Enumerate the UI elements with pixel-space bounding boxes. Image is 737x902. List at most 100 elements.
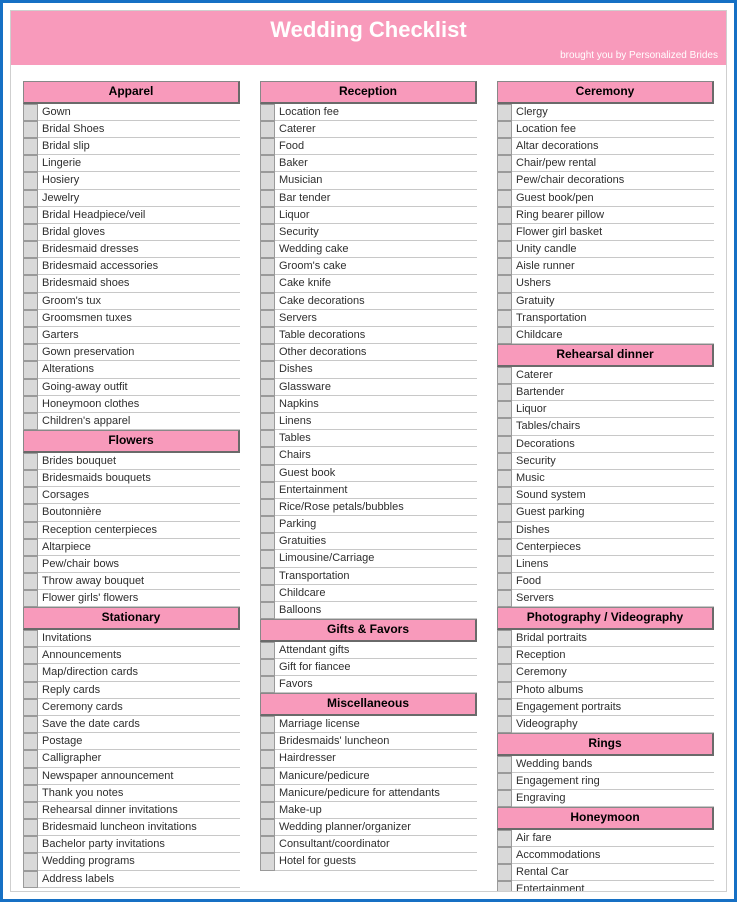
checkbox[interactable] <box>260 642 275 659</box>
checkbox[interactable] <box>23 344 38 361</box>
checkbox[interactable] <box>497 590 512 607</box>
checkbox[interactable] <box>497 881 512 892</box>
checkbox[interactable] <box>497 241 512 258</box>
checkbox[interactable] <box>260 659 275 676</box>
checkbox[interactable] <box>497 207 512 224</box>
checkbox[interactable] <box>497 190 512 207</box>
checkbox[interactable] <box>260 258 275 275</box>
checkbox[interactable] <box>260 716 275 733</box>
checkbox[interactable] <box>497 224 512 241</box>
checkbox[interactable] <box>260 482 275 499</box>
checkbox[interactable] <box>260 602 275 619</box>
checkbox[interactable] <box>23 172 38 189</box>
checkbox[interactable] <box>497 830 512 847</box>
checkbox[interactable] <box>260 676 275 693</box>
checkbox[interactable] <box>260 361 275 378</box>
checkbox[interactable] <box>23 785 38 802</box>
checkbox[interactable] <box>497 453 512 470</box>
checkbox[interactable] <box>23 768 38 785</box>
checkbox[interactable] <box>260 750 275 767</box>
checkbox[interactable] <box>23 682 38 699</box>
checkbox[interactable] <box>23 871 38 888</box>
checkbox[interactable] <box>23 733 38 750</box>
checkbox[interactable] <box>23 104 38 121</box>
checkbox[interactable] <box>497 436 512 453</box>
checkbox[interactable] <box>497 155 512 172</box>
checkbox[interactable] <box>23 190 38 207</box>
checkbox[interactable] <box>23 310 38 327</box>
checkbox[interactable] <box>23 556 38 573</box>
checkbox[interactable] <box>260 172 275 189</box>
checkbox[interactable] <box>260 768 275 785</box>
checkbox[interactable] <box>23 396 38 413</box>
checkbox[interactable] <box>497 293 512 310</box>
checkbox[interactable] <box>260 396 275 413</box>
checkbox[interactable] <box>260 819 275 836</box>
checkbox[interactable] <box>23 327 38 344</box>
checkbox[interactable] <box>23 853 38 870</box>
checkbox[interactable] <box>260 465 275 482</box>
checkbox[interactable] <box>23 647 38 664</box>
checkbox[interactable] <box>23 413 38 430</box>
checkbox[interactable] <box>260 327 275 344</box>
checkbox[interactable] <box>23 453 38 470</box>
checkbox[interactable] <box>23 379 38 396</box>
checkbox[interactable] <box>260 310 275 327</box>
checkbox[interactable] <box>260 190 275 207</box>
checkbox[interactable] <box>260 533 275 550</box>
checkbox[interactable] <box>260 104 275 121</box>
checkbox[interactable] <box>23 293 38 310</box>
checkbox[interactable] <box>497 756 512 773</box>
checkbox[interactable] <box>23 836 38 853</box>
checkbox[interactable] <box>497 539 512 556</box>
checkbox[interactable] <box>260 430 275 447</box>
checkbox[interactable] <box>497 418 512 435</box>
checkbox[interactable] <box>23 750 38 767</box>
checkbox[interactable] <box>497 847 512 864</box>
checkbox[interactable] <box>497 573 512 590</box>
checkbox[interactable] <box>497 773 512 790</box>
checkbox[interactable] <box>497 504 512 521</box>
checkbox[interactable] <box>23 487 38 504</box>
checkbox[interactable] <box>497 384 512 401</box>
checkbox[interactable] <box>23 630 38 647</box>
checkbox[interactable] <box>497 682 512 699</box>
checkbox[interactable] <box>23 361 38 378</box>
checkbox[interactable] <box>497 664 512 681</box>
checkbox[interactable] <box>497 556 512 573</box>
checkbox[interactable] <box>260 733 275 750</box>
checkbox[interactable] <box>260 155 275 172</box>
checkbox[interactable] <box>23 275 38 292</box>
checkbox[interactable] <box>23 504 38 521</box>
checkbox[interactable] <box>23 522 38 539</box>
checkbox[interactable] <box>23 138 38 155</box>
checkbox[interactable] <box>497 470 512 487</box>
checkbox[interactable] <box>260 207 275 224</box>
checkbox[interactable] <box>23 207 38 224</box>
checkbox[interactable] <box>260 516 275 533</box>
checkbox[interactable] <box>497 327 512 344</box>
checkbox[interactable] <box>260 802 275 819</box>
checkbox[interactable] <box>260 379 275 396</box>
checkbox[interactable] <box>497 258 512 275</box>
checkbox[interactable] <box>23 590 38 607</box>
checkbox[interactable] <box>23 121 38 138</box>
checkbox[interactable] <box>260 138 275 155</box>
checkbox[interactable] <box>23 819 38 836</box>
checkbox[interactable] <box>497 104 512 121</box>
checkbox[interactable] <box>260 447 275 464</box>
checkbox[interactable] <box>497 172 512 189</box>
checkbox[interactable] <box>260 121 275 138</box>
checkbox[interactable] <box>497 138 512 155</box>
checkbox[interactable] <box>260 853 275 870</box>
checkbox[interactable] <box>23 539 38 556</box>
checkbox[interactable] <box>260 344 275 361</box>
checkbox[interactable] <box>260 836 275 853</box>
checkbox[interactable] <box>23 258 38 275</box>
checkbox[interactable] <box>260 413 275 430</box>
checkbox[interactable] <box>497 647 512 664</box>
checkbox[interactable] <box>497 716 512 733</box>
checkbox[interactable] <box>497 864 512 881</box>
checkbox[interactable] <box>260 499 275 516</box>
checkbox[interactable] <box>497 275 512 292</box>
